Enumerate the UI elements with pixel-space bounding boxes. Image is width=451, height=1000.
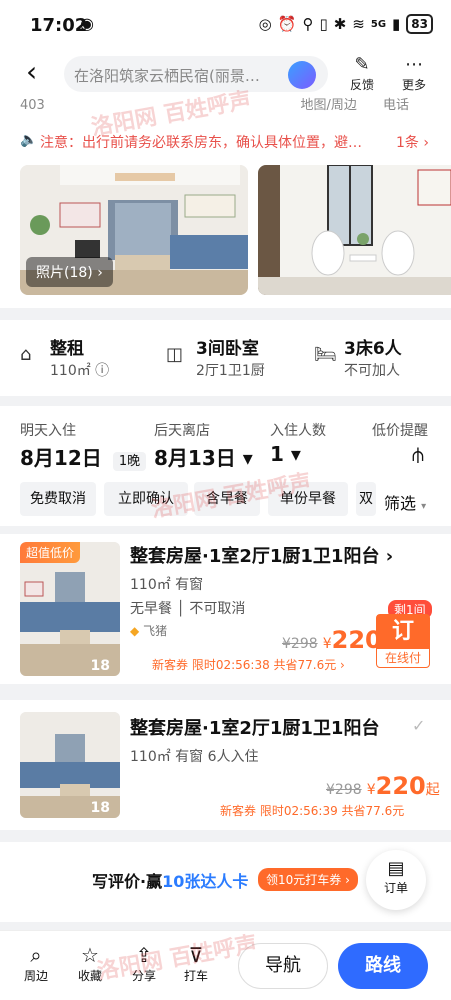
- room-card-1[interactable]: 超值低价 18 整套房屋·1室2厅1厨1卫1阳台 › 110㎡ 有窗 无早餐 │…: [0, 534, 451, 684]
- home-icon: ⌂: [20, 344, 32, 365]
- back-icon[interactable]: ‹: [26, 58, 50, 88]
- room-title-2[interactable]: 整套房屋·1室2厅1厨1卫1阳台: [130, 714, 379, 740]
- price-suffix: 起: [425, 782, 440, 798]
- search-icon: ⌕: [30, 943, 42, 967]
- wifi-icon: ≋: [352, 15, 365, 33]
- speaker-icon: 🔈: [20, 132, 38, 148]
- price-alert[interactable]: 低价提醒 ⫛: [372, 420, 442, 466]
- living-room-photo[interactable]: 照片(18) ›: [20, 165, 248, 295]
- room-card-2[interactable]: 18 整套房屋·1室2厅1厨1卫1阳台 ✓ 110㎡ 有窗 6人入住 ¥298 …: [0, 700, 451, 830]
- more-button[interactable]: ⋯ 更多: [394, 54, 434, 93]
- guests-count: 1 ▾: [270, 442, 301, 466]
- checkin-date: 8月12日: [20, 446, 102, 470]
- status-time: 17:02: [30, 15, 88, 36]
- review-text: 写评价·赢10张达人卡: [92, 872, 249, 891]
- coupon-info-2[interactable]: 新客券 限时02:56:39 共省77.6元: [220, 802, 404, 819]
- room-image-1[interactable]: 超值低价 18: [20, 542, 120, 676]
- around-button[interactable]: ⌕ 周边: [16, 943, 56, 984]
- price-1: 220: [331, 626, 382, 654]
- edit-icon: ✎: [354, 54, 370, 75]
- room-info-2: 110㎡ 有窗 6人入住: [130, 749, 259, 765]
- filter-button[interactable]: 筛选 ▾: [384, 490, 426, 514]
- price-2: 220: [375, 772, 426, 800]
- search-text: 在洛阳筑家云栖民宿(丽景…: [74, 67, 260, 85]
- spec-area: 110㎡ ⓘ: [50, 363, 110, 379]
- price-alert-icon: ⫛: [412, 442, 424, 466]
- notice-count: 1条 ›: [396, 135, 429, 151]
- wechat-icon: ◉: [80, 14, 94, 33]
- platform-fliggy: ◆ 飞猪: [130, 624, 168, 638]
- order-button[interactable]: ▤ 订单: [366, 850, 426, 910]
- spec-bedrooms-title: 3间卧室: [196, 339, 259, 359]
- map-phone-links[interactable]: 地图/周边 电话: [300, 94, 409, 113]
- location-icon: ⚲: [302, 15, 314, 33]
- network-label: 5G: [370, 18, 387, 30]
- room-price-1: ¥298 ¥220: [282, 626, 382, 654]
- status-icons: ◎ ⏰ ⚲ ▯ ✱ ≋ 5G ▮ 83: [259, 14, 433, 34]
- checkout-label: 后天离店: [154, 423, 210, 439]
- notice-bar[interactable]: 🔈 注意：出行前请务必联系房东，确认具体位置，避… 1条 ›: [0, 120, 451, 162]
- deal-tag: 超值低价: [20, 542, 81, 563]
- book-label: 订: [377, 615, 429, 649]
- guest-picker[interactable]: 入住人数 1 ▾: [270, 420, 360, 466]
- signal-icon: ▮: [392, 15, 401, 33]
- book-button[interactable]: 订 在线付: [376, 614, 430, 668]
- notice-text: 注意：出行前请务必联系房东，确认具体位置，避…: [40, 135, 362, 151]
- bluetooth-icon: ✱: [333, 15, 347, 33]
- room-info-1: 110㎡ 有窗: [130, 577, 204, 593]
- battery-indicator: 83: [406, 14, 433, 34]
- vibrate-icon: ▯: [319, 15, 328, 33]
- coupon-info-1[interactable]: 新客券 限时02:56:38 共省77.6元 ›: [152, 656, 345, 673]
- checkin-picker[interactable]: 明天入住 8月12日 1晚: [20, 420, 150, 471]
- image-count-1: 18: [90, 658, 110, 674]
- review-banner[interactable]: 写评价·赢10张达人卡 领10元打车券 › ▤ 订单: [0, 842, 451, 922]
- fliggy-icon: ◆: [130, 624, 140, 638]
- door-icon: ◫: [166, 344, 184, 365]
- checkin-label: 明天入住: [20, 423, 76, 439]
- checkout-picker[interactable]: 后天离店 8月13日 ▾: [154, 420, 264, 471]
- more-label: 更多: [401, 78, 426, 92]
- room-price-2: ¥298 ¥220起: [326, 772, 440, 800]
- spec-layout: 2厅1卫1厨: [196, 363, 265, 379]
- guests-label: 入住人数: [270, 423, 326, 439]
- search-bar[interactable]: 在洛阳筑家云栖民宿(丽景…: [64, 56, 328, 92]
- old-price-1: ¥298: [282, 636, 318, 652]
- status-bar: 17:02 ◉ ◎ ⏰ ⚲ ▯ ✱ ≋ 5G ▮ 83: [0, 0, 451, 50]
- room-image-2[interactable]: 18: [20, 712, 120, 818]
- spec-extra: 不可加人: [344, 363, 400, 379]
- taxi-coupon-badge[interactable]: 领10元打车券 ›: [258, 868, 358, 891]
- balcony-image: [258, 165, 451, 295]
- bed-icon: 🛏: [314, 344, 337, 365]
- nights-count: 1晚: [112, 452, 147, 471]
- check-circle-icon[interactable]: ✓: [412, 716, 425, 735]
- feedback-label: 反馈: [349, 78, 374, 92]
- room-title-1[interactable]: 整套房屋·1室2厅1厨1卫1阳台 ›: [130, 542, 393, 568]
- photo-gallery: 照片(18) ›: [0, 162, 451, 308]
- old-price-2: ¥298: [326, 782, 362, 798]
- ai-assistant-icon[interactable]: [288, 61, 316, 89]
- eye-icon: ◎: [258, 15, 272, 33]
- book-sub-label: 在线付: [384, 651, 421, 665]
- photo-count-badge[interactable]: 照片(18) ›: [26, 257, 113, 287]
- more-dots-icon: ⋯: [405, 54, 423, 75]
- price-alert-label: 低价提醒: [372, 423, 428, 439]
- spec-beds-title: 3床6人: [344, 339, 402, 359]
- room-policy-1: 无早餐 │ 不可取消: [130, 601, 246, 617]
- spec-rental-title: 整租: [50, 339, 84, 359]
- balcony-photo[interactable]: [258, 165, 451, 295]
- image-count-2: 18: [90, 800, 110, 816]
- order-label: 订单: [383, 881, 408, 895]
- property-specs: ⌂ 整租 110㎡ ⓘ ◫ 3间卧室 2厅1卫1厨 🛏 3床6人 不可加人: [0, 320, 451, 396]
- feedback-button[interactable]: ✎ 反馈: [342, 54, 382, 93]
- filter-free-cancel[interactable]: 免费取消: [20, 482, 96, 516]
- checkout-date: 8月13日 ▾: [154, 446, 253, 470]
- alarm-icon: ⏰: [277, 15, 297, 33]
- room-number: 403: [20, 98, 45, 113]
- filter-double[interactable]: 双: [356, 482, 376, 516]
- route-button[interactable]: 路线: [338, 943, 428, 989]
- order-icon: ▤: [387, 858, 405, 879]
